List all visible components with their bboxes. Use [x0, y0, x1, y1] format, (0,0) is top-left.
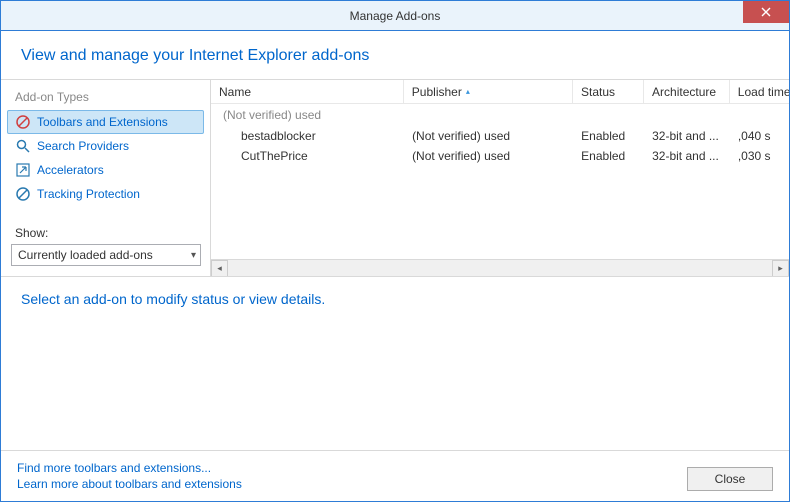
horizontal-scrollbar[interactable]: ◂ ▸: [211, 259, 789, 276]
sidebar-item-tracking-protection[interactable]: Tracking Protection: [7, 182, 204, 206]
window-close-button[interactable]: [743, 1, 789, 23]
column-header-architecture[interactable]: Architecture: [644, 80, 730, 103]
sidebar-item-label: Toolbars and Extensions: [37, 115, 168, 129]
footer-links: Find more toolbars and extensions... Lea…: [17, 461, 242, 491]
tracking-protection-icon: [15, 186, 31, 202]
cell-status: Enabled: [573, 149, 644, 163]
learn-more-link[interactable]: Learn more about toolbars and extensions: [17, 477, 242, 491]
cell-name: bestadblocker: [211, 129, 404, 143]
scroll-track[interactable]: [228, 260, 772, 277]
cell-load-time: ,030 s: [730, 149, 789, 163]
table-row[interactable]: CutThePrice (Not verified) used Enabled …: [211, 146, 789, 166]
table-row[interactable]: bestadblocker (Not verified) used Enable…: [211, 126, 789, 146]
show-dropdown[interactable]: Currently loaded add-ons ▾: [11, 244, 201, 266]
column-header-name[interactable]: Name: [211, 80, 404, 103]
find-more-link[interactable]: Find more toolbars and extensions...: [17, 461, 242, 475]
sidebar-item-label: Tracking Protection: [37, 187, 140, 201]
toolbars-icon: [15, 114, 31, 130]
sidebar-item-label: Accelerators: [37, 163, 104, 177]
sidebar-item-toolbars-extensions[interactable]: Toolbars and Extensions: [7, 110, 204, 134]
sort-asc-icon: ▴: [466, 87, 470, 96]
accelerators-icon: [15, 162, 31, 178]
detail-prompt: Select an add-on to modify status or vie…: [21, 291, 325, 307]
titlebar: Manage Add-ons: [1, 1, 789, 31]
table-header: Name Publisher▴ Status Architecture Load…: [211, 80, 789, 104]
cell-load-time: ,040 s: [730, 129, 789, 143]
column-header-status[interactable]: Status: [573, 80, 644, 103]
table-body: (Not verified) used bestadblocker (Not v…: [211, 104, 789, 259]
content-area: Add-on Types Toolbars and Extensions Sea…: [1, 80, 789, 276]
cell-publisher: (Not verified) used: [404, 149, 573, 163]
cell-architecture: 32-bit and ...: [644, 129, 730, 143]
search-icon: [15, 138, 31, 154]
close-icon: [761, 7, 771, 17]
addon-types-label: Add-on Types: [7, 86, 204, 108]
header: View and manage your Internet Explorer a…: [1, 31, 789, 80]
close-button[interactable]: Close: [687, 467, 773, 491]
addons-table: Name Publisher▴ Status Architecture Load…: [211, 80, 789, 276]
sidebar-item-accelerators[interactable]: Accelerators: [7, 158, 204, 182]
sidebar: Add-on Types Toolbars and Extensions Sea…: [1, 80, 211, 276]
column-header-publisher[interactable]: Publisher▴: [404, 80, 573, 103]
sidebar-item-label: Search Providers: [37, 139, 129, 153]
manage-addons-window: Manage Add-ons View and manage your Inte…: [0, 0, 790, 502]
show-section: Show: Currently loaded add-ons ▾: [7, 220, 204, 270]
show-label: Show:: [11, 224, 200, 244]
page-title: View and manage your Internet Explorer a…: [21, 47, 769, 65]
scroll-right-arrow[interactable]: ▸: [772, 260, 789, 277]
cell-publisher: (Not verified) used: [404, 129, 573, 143]
column-header-load-time[interactable]: Load time: [730, 80, 789, 103]
cell-architecture: 32-bit and ...: [644, 149, 730, 163]
table-group-header[interactable]: (Not verified) used: [211, 104, 789, 126]
window-title: Manage Add-ons: [350, 9, 441, 23]
detail-pane: Select an add-on to modify status or vie…: [1, 276, 789, 450]
show-dropdown-value: Currently loaded add-ons: [18, 248, 153, 262]
scroll-left-arrow[interactable]: ◂: [211, 260, 228, 277]
cell-status: Enabled: [573, 129, 644, 143]
footer: Find more toolbars and extensions... Lea…: [1, 450, 789, 501]
cell-name: CutThePrice: [211, 149, 404, 163]
chevron-down-icon: ▾: [191, 250, 196, 261]
addon-types-list: Toolbars and Extensions Search Providers…: [7, 110, 204, 206]
sidebar-item-search-providers[interactable]: Search Providers: [7, 134, 204, 158]
